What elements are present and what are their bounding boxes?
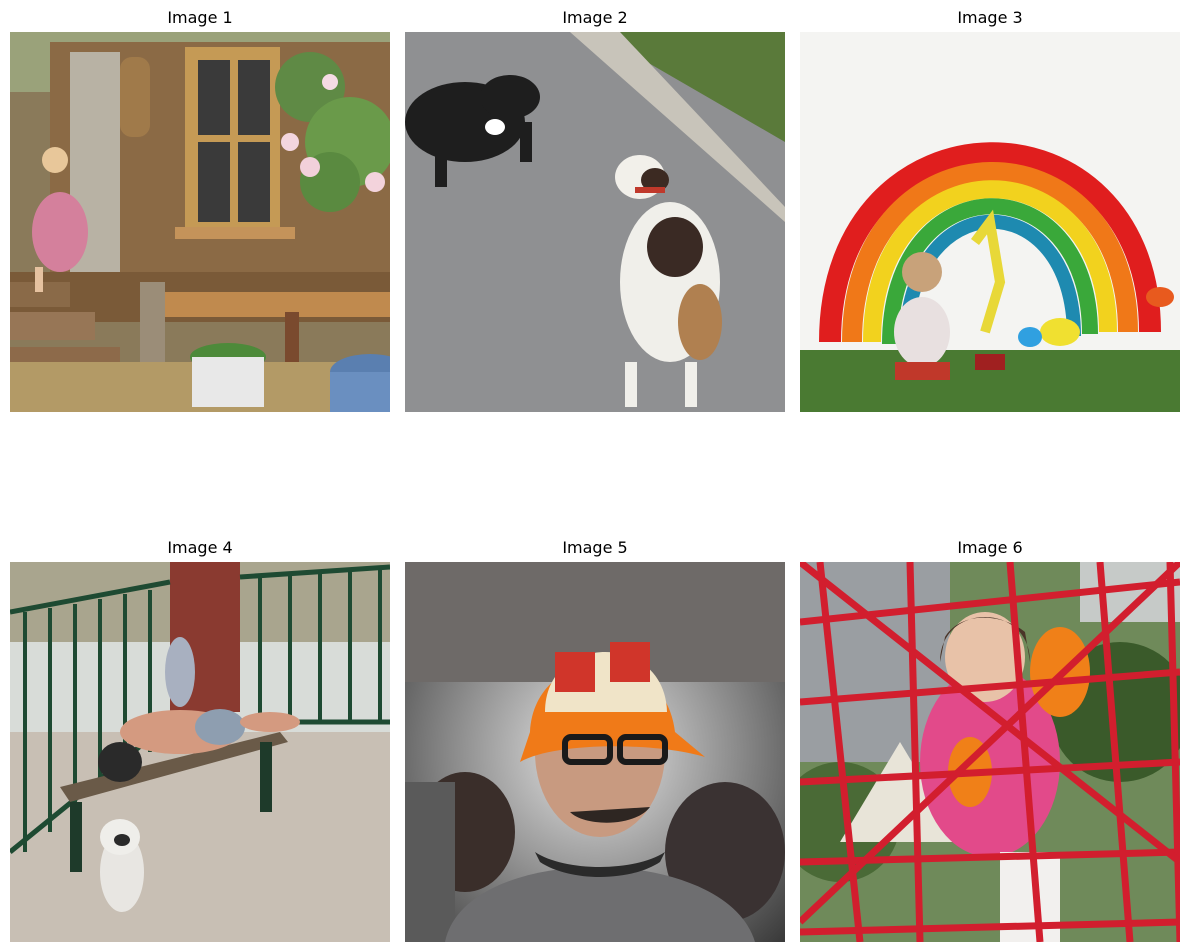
panel-title: Image 1 — [167, 8, 233, 27]
photo-girl-rope-net — [800, 562, 1180, 942]
panel-title: Image 2 — [562, 8, 628, 27]
panel-title: Image 4 — [167, 538, 233, 557]
photo-man-crochet-hat — [405, 562, 785, 942]
photo-girl-cabin — [10, 32, 390, 412]
panel-title: Image 6 — [957, 538, 1023, 557]
photo-man-bench-dog — [10, 562, 390, 942]
panel-title: Image 3 — [957, 8, 1023, 27]
panel-title: Image 5 — [562, 538, 628, 557]
photo-rainbow-child — [800, 32, 1180, 412]
image-grid-figure: Image 1 Image 2 Image 3 Image 4 Image 5 … — [0, 0, 1189, 952]
photo-two-dogs — [405, 32, 785, 412]
